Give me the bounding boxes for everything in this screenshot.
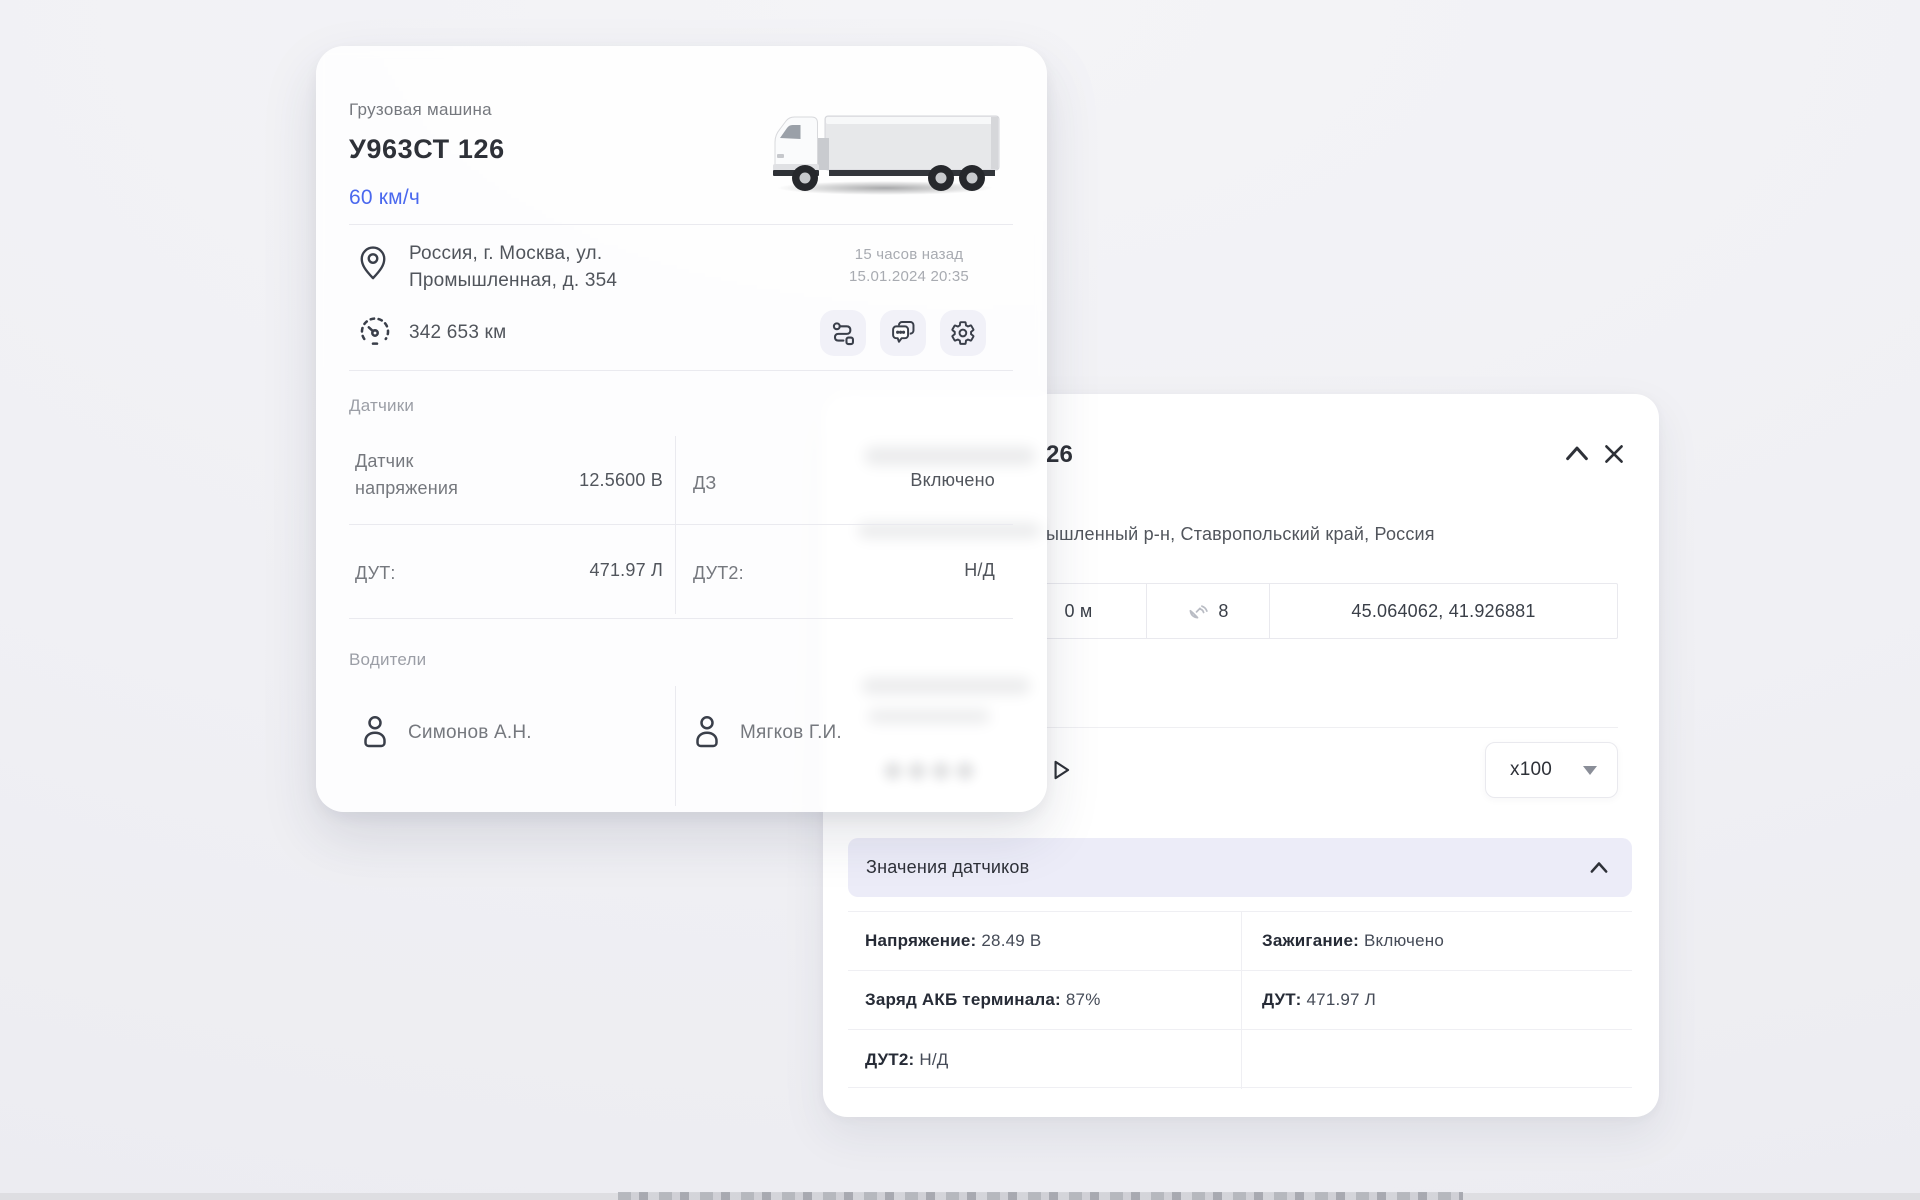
timestamp-label: 15.01.2024 20:35 — [809, 266, 1009, 288]
drivers-section-label: Водители — [349, 650, 426, 670]
stat-coordinates: 45.064062, 41.926881 — [1269, 584, 1618, 638]
route-button[interactable] — [820, 310, 866, 356]
vehicle-plate: У963СТ 126 — [349, 134, 505, 165]
chat-icon — [890, 320, 917, 346]
table-row: Напряжение: 28.49 В Зажигание: Включено — [848, 912, 1632, 971]
stat-satellites: 8 — [1146, 584, 1269, 638]
route-icon — [830, 320, 856, 346]
sensor-label: ДЗ — [693, 470, 716, 497]
vehicle-odometer: 342 653 км — [409, 322, 506, 344]
bottom-cropped-text-fragment — [618, 1192, 1463, 1200]
odometer-gauge-icon — [358, 314, 392, 353]
close-card-button[interactable] — [1600, 441, 1628, 469]
sensor-values-table: Напряжение: 28.49 В Зажигание: Включено … — [848, 911, 1632, 1088]
table-row: Заряд АКБ терминала: 87% ДУТ: 471.97 Л — [848, 971, 1632, 1030]
stat-distance-value: 0 м — [1065, 601, 1093, 622]
table-cell: Заряд АКБ терминала: 87% — [865, 971, 1101, 1029]
collapse-card-button[interactable] — [1562, 442, 1592, 468]
driver-icon — [360, 714, 390, 755]
desktop-background: 26 ышленный р-н, Ставропольский край, Ро… — [0, 0, 1920, 1200]
card-divider — [349, 370, 1013, 371]
cell-label: Заряд АКБ терминала: — [865, 990, 1061, 1010]
cell-value: Н/Д — [919, 1050, 948, 1070]
driver-icon — [692, 714, 722, 755]
chevron-up-icon — [1588, 859, 1610, 877]
card-title-fragment: 26 — [1046, 441, 1073, 469]
sensor-value: 12.5600 В — [496, 470, 663, 491]
address-line-1: Россия, г. Москва, ул. — [409, 240, 617, 267]
vehicle-info-card: Грузовая машина У963СТ 126 60 км/ч — [316, 46, 1047, 812]
vehicle-speed: 60 км/ч — [349, 186, 420, 210]
card-divider — [349, 618, 1013, 619]
vehicle-type-label: Грузовая машина — [349, 100, 492, 120]
last-update-time: 15 часов назад 15.01.2024 20:35 — [809, 244, 1009, 288]
cell-label: Зажигание: — [1262, 931, 1359, 951]
sensor-value: 471.97 Л — [496, 560, 663, 581]
settings-button[interactable] — [940, 310, 986, 356]
time-ago-label: 15 часов назад — [809, 244, 1009, 266]
vehicle-address: Россия, г. Москва, ул. Промышленная, д. … — [409, 240, 617, 294]
driver-name: Симонов А.Н. — [408, 722, 532, 744]
drivers-column-divider — [675, 686, 676, 806]
sensors-section-label: Датчики — [349, 396, 414, 416]
sensor-label: ДУТ: — [355, 560, 396, 587]
sensor-values-title: Значения датчиков — [866, 857, 1029, 878]
cell-label: ДУТ2: — [865, 1050, 914, 1070]
play-button[interactable] — [1048, 757, 1074, 783]
cell-label: ДУТ: — [1262, 990, 1302, 1010]
cell-label: Напряжение: — [865, 931, 976, 951]
address-line-2: Промышленная, д. 354 — [409, 267, 617, 294]
play-icon — [1049, 771, 1073, 786]
table-row: ДУТ2: Н/Д — [848, 1030, 1632, 1089]
card-divider — [349, 224, 1013, 225]
satellite-icon — [1186, 600, 1209, 623]
cell-value: 471.97 Л — [1307, 990, 1376, 1010]
sensors-row-divider — [349, 524, 1013, 525]
sensor-value: Включено — [796, 470, 995, 491]
playback-speed-select[interactable]: x100 — [1485, 742, 1618, 798]
stat-satellites-value: 8 — [1218, 601, 1228, 622]
truck-image — [765, 110, 1009, 203]
table-cell: ДУТ: 471.97 Л — [1262, 971, 1376, 1029]
sensors-column-divider — [675, 436, 676, 614]
card-address-fragment: ышленный р-н, Ставропольский край, Росси… — [1046, 524, 1435, 545]
close-icon — [1601, 455, 1627, 470]
chevron-up-icon — [1563, 454, 1591, 469]
sensor-values-header[interactable]: Значения датчиков — [848, 838, 1632, 897]
messages-button[interactable] — [880, 310, 926, 356]
cell-value: 87% — [1066, 990, 1101, 1010]
gear-icon — [950, 320, 976, 346]
driver-name: Мягков Г.И. — [740, 722, 842, 744]
stat-coordinates-value: 45.064062, 41.926881 — [1351, 601, 1535, 622]
cell-value: 28.49 В — [981, 931, 1041, 951]
table-cell: ДУТ2: Н/Д — [865, 1030, 949, 1089]
sensor-label: Датчик напряжения — [355, 448, 495, 502]
caret-down-icon — [1583, 766, 1597, 775]
table-cell: Напряжение: 28.49 В — [865, 912, 1041, 970]
sensor-value: Н/Д — [796, 560, 995, 581]
cell-value: Включено — [1364, 931, 1444, 951]
sensor-label: ДУТ2: — [693, 560, 744, 587]
table-cell: Зажигание: Включено — [1262, 912, 1444, 970]
location-pin-icon — [358, 244, 388, 286]
playback-speed-value: x100 — [1510, 759, 1552, 781]
